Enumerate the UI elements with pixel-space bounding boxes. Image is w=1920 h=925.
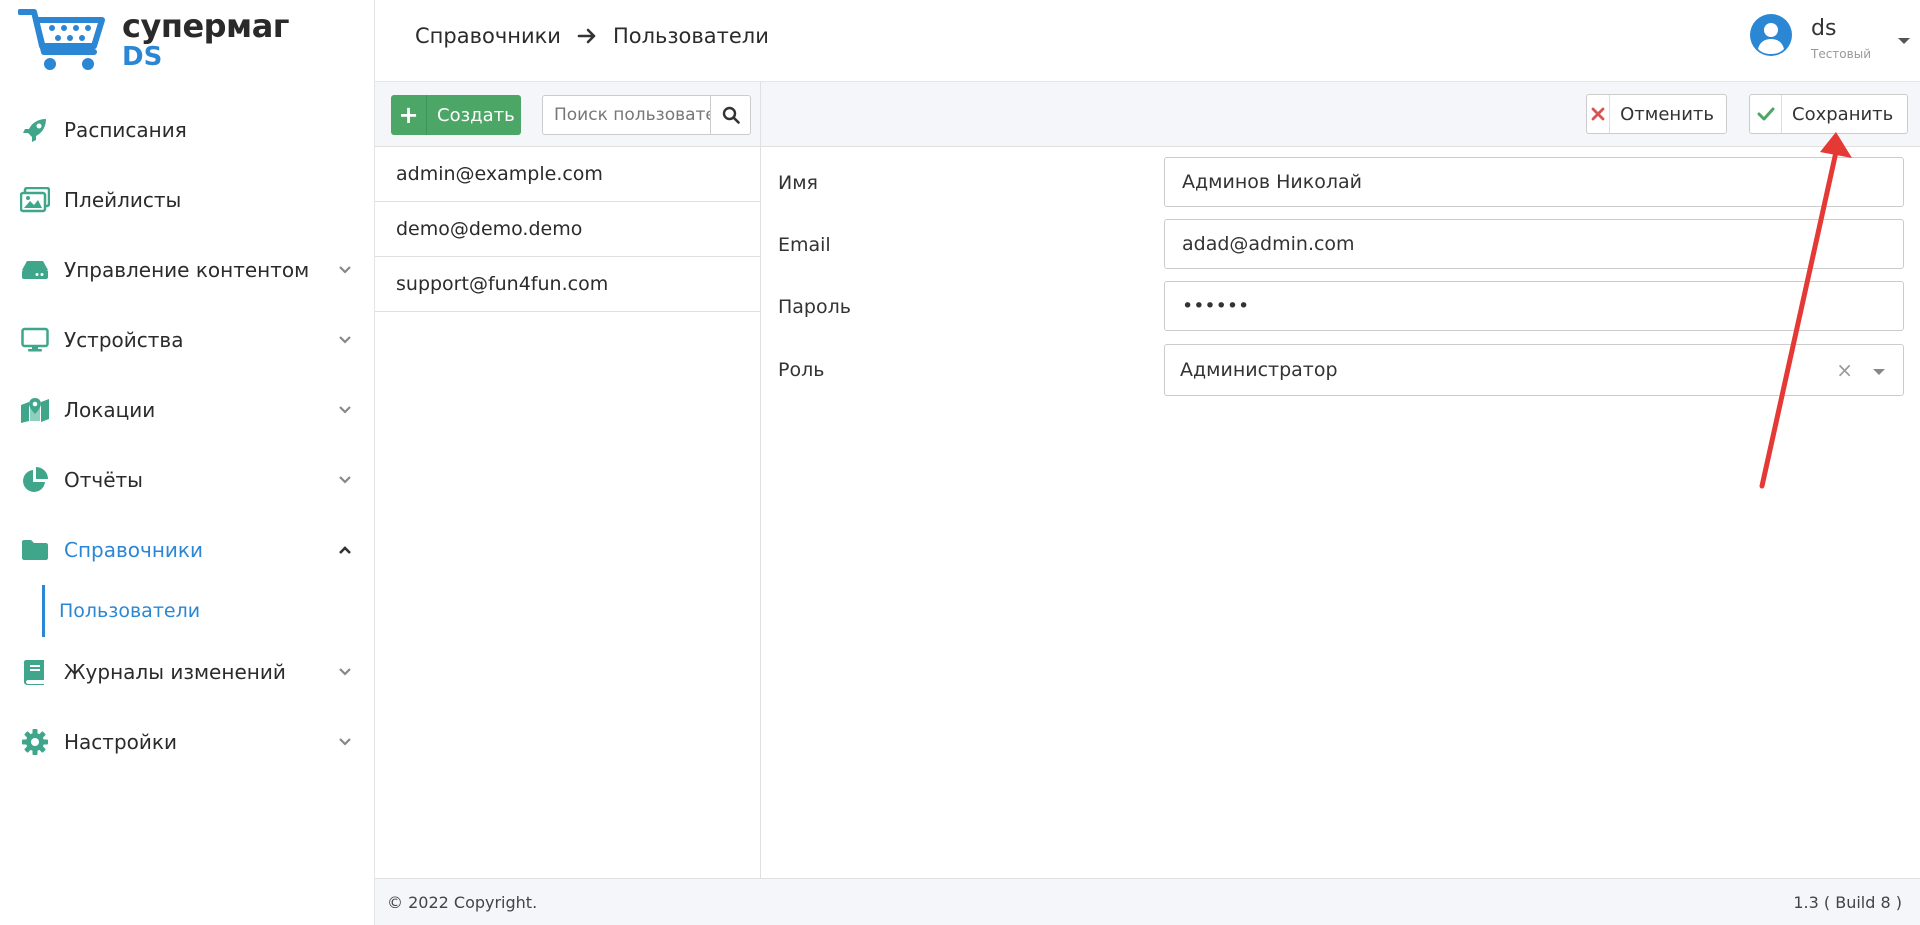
check-icon (1750, 95, 1782, 133)
sidebar: супермаг DS Расписания Плейлисты Управле… (0, 0, 375, 925)
chevron-up-icon (339, 546, 351, 554)
clear-icon[interactable]: × (1836, 358, 1853, 382)
sidebar-item-reports[interactable]: Отчёты (0, 445, 375, 515)
breadcrumb-item-users: Пользователи (612, 24, 769, 48)
monitor-icon (20, 325, 50, 355)
chevron-down-icon (339, 476, 351, 484)
create-button[interactable]: + Создать (391, 95, 521, 135)
arrow-right-icon (577, 28, 596, 44)
sidebar-item-label: Настройки (64, 730, 177, 754)
chevron-down-icon (339, 266, 351, 274)
search-icon (722, 106, 740, 124)
form-row-password: Пароль (761, 281, 1920, 333)
email-field[interactable] (1164, 219, 1904, 269)
list-item[interactable]: demo@demo.demo (375, 202, 760, 257)
sidebar-item-schedules[interactable]: Расписания (0, 95, 375, 165)
create-button-label: Создать (437, 104, 515, 126)
password-field[interactable] (1164, 281, 1904, 331)
user-list-panel: + Создать admin@example.com demo@demo.de… (375, 82, 761, 878)
logo[interactable]: супермаг DS (18, 7, 290, 80)
pie-chart-icon (20, 465, 50, 495)
map-marker-icon (20, 395, 50, 425)
avatar-icon (1750, 14, 1792, 56)
chevron-down-icon (339, 668, 351, 676)
logo-title: супермаг (122, 7, 290, 45)
name-label: Имя (778, 172, 818, 194)
shopping-cart-icon (18, 9, 105, 70)
sidebar-item-label: Справочники (64, 538, 203, 562)
user-menu[interactable]: ds Тестовый (1750, 0, 1920, 82)
sidebar-item-label: Устройства (64, 328, 184, 352)
form-row-name: Имя (761, 157, 1920, 209)
close-icon (1587, 95, 1611, 133)
email-label: Email (778, 234, 831, 256)
chevron-down-icon (339, 738, 351, 746)
chevron-down-icon (339, 406, 351, 414)
hdd-icon (20, 255, 50, 285)
gear-icon (20, 727, 50, 757)
role-select[interactable]: Администратор × (1164, 344, 1904, 396)
user-form-panel: Отменить Сохранить Имя Email Пароль Роль… (761, 82, 1920, 878)
copyright: © 2022 Copyright. (387, 893, 538, 912)
sidebar-item-content[interactable]: Управление контентом (0, 235, 375, 305)
folder-icon (20, 535, 50, 565)
role-select-value: Администратор (1180, 359, 1338, 381)
sidebar-item-playlists[interactable]: Плейлисты (0, 165, 375, 235)
search-input[interactable] (542, 95, 710, 135)
sidebar-subitem-users[interactable]: Пользователи (42, 585, 375, 637)
sidebar-item-label: Управление контентом (64, 258, 310, 282)
sidebar-item-label: Журналы изменений (64, 660, 286, 684)
sidebar-item-label: Локации (64, 398, 156, 422)
password-label: Пароль (778, 296, 851, 318)
sidebar-item-devices[interactable]: Устройства (0, 305, 375, 375)
sidebar-nav: Расписания Плейлисты Управление контенто… (0, 95, 375, 777)
rocket-icon (20, 115, 50, 145)
save-button[interactable]: Сохранить (1749, 94, 1908, 134)
form-row-email: Email (761, 219, 1920, 271)
search-button[interactable] (710, 95, 751, 135)
plus-icon: + (391, 95, 427, 135)
sidebar-item-label: Плейлисты (64, 188, 182, 212)
save-button-label: Сохранить (1792, 103, 1894, 125)
header: Справочники Пользователи ds Тестовый (375, 0, 1920, 82)
form-row-role: Роль Администратор × (761, 344, 1920, 396)
cancel-button[interactable]: Отменить (1586, 94, 1727, 134)
list-toolbar: + Создать (375, 82, 760, 147)
sidebar-item-label: Расписания (64, 118, 187, 142)
list-item[interactable]: admin@example.com (375, 147, 760, 202)
book-icon (20, 657, 50, 687)
sidebar-item-locations[interactable]: Локации (0, 375, 375, 445)
cancel-button-label: Отменить (1620, 103, 1714, 125)
name-field[interactable] (1164, 157, 1904, 207)
footer: © 2022 Copyright. 1.3 ( Build 8 ) (375, 878, 1920, 925)
list-item[interactable]: support@fun4fun.com (375, 257, 760, 312)
form-toolbar: Отменить Сохранить (761, 82, 1920, 147)
sidebar-item-directories[interactable]: Справочники (0, 515, 375, 585)
logo-subtitle: DS (122, 42, 163, 72)
sidebar-item-label: Отчёты (64, 468, 143, 492)
images-icon (20, 185, 50, 215)
role-label: Роль (778, 359, 825, 381)
breadcrumb-item-directories[interactable]: Справочники (415, 24, 561, 48)
caret-down-icon[interactable] (1898, 38, 1910, 44)
user-role: Тестовый (1811, 47, 1871, 61)
breadcrumb: Справочники Пользователи (415, 24, 769, 48)
build-version: 1.3 ( Build 8 ) (1793, 893, 1902, 912)
sidebar-item-settings[interactable]: Настройки (0, 707, 375, 777)
sidebar-item-changelog[interactable]: Журналы изменений (0, 637, 375, 707)
chevron-down-icon (339, 336, 351, 344)
user-name: ds (1811, 16, 1837, 41)
caret-down-icon[interactable] (1873, 369, 1885, 375)
